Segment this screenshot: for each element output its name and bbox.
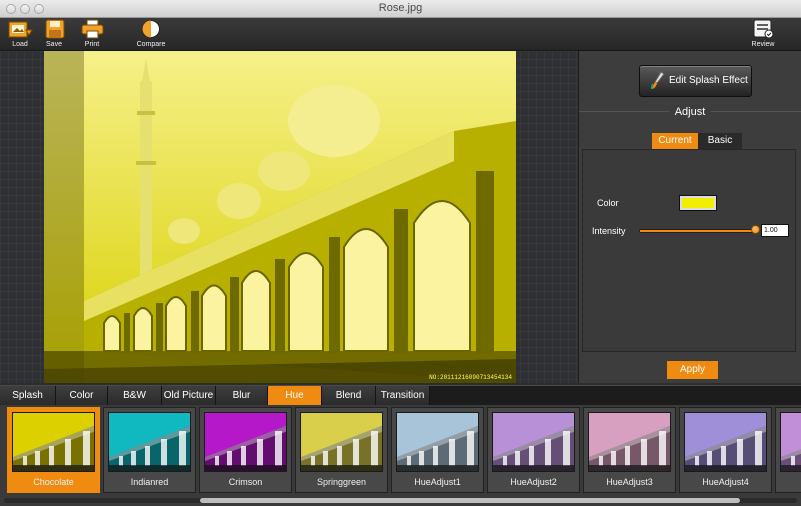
thumbnail-label: Crimson <box>228 477 263 487</box>
save-label: Save <box>46 41 62 48</box>
review-button[interactable]: Review <box>746 19 780 50</box>
tab-blur[interactable]: Blur <box>216 386 268 406</box>
color-swatch-button[interactable] <box>679 195 717 211</box>
tab-current[interactable]: Current <box>652 133 698 149</box>
thumbnail-label: Springgreen <box>316 477 367 487</box>
half-circle-icon <box>142 20 160 38</box>
thumbnail-image <box>396 412 479 472</box>
thumbnail-label: HueAdjust4 <box>702 477 749 487</box>
thumbnail-crimson[interactable]: Crimson <box>199 407 292 493</box>
thumbnail-label: HueAdjust2 <box>510 477 557 487</box>
tab-splash[interactable]: Splash <box>0 386 56 406</box>
paintbrush-icon <box>650 71 665 90</box>
save-button[interactable]: Save <box>37 19 71 50</box>
canvas-area[interactable]: NO:20111216090713454134 <box>0 51 578 383</box>
review-label: Review <box>751 41 775 48</box>
effect-tabs: Splash Color B&W Old Picture Blur Hue Bl… <box>0 385 801 406</box>
edit-splash-effect-button[interactable]: Edit Splash Effect <box>639 65 752 97</box>
thumbnail-image <box>204 412 287 472</box>
tab-color[interactable]: Color <box>56 386 108 406</box>
thumbnail-image <box>684 412 767 472</box>
window-title: Rose.jpg <box>378 2 423 14</box>
apply-button[interactable]: Apply <box>667 361 718 379</box>
photo-stamp: NO:20111216090713454134 <box>429 374 512 381</box>
thumbnail-scrollbar-thumb[interactable] <box>200 498 740 503</box>
thumbnail-partial[interactable] <box>775 407 801 493</box>
load-icon <box>8 21 33 38</box>
intensity-slider-track[interactable] <box>639 229 755 233</box>
review-icon <box>753 19 774 39</box>
edit-splash-effect-label: Edit Splash Effect <box>669 75 748 86</box>
intensity-input[interactable] <box>761 224 789 237</box>
thumbnail-image <box>780 412 801 472</box>
thumbnail-image <box>108 412 191 472</box>
color-swatch-fill <box>682 198 714 208</box>
tab-bw[interactable]: B&W <box>108 386 162 406</box>
thumbnail-hueadjust3[interactable]: HueAdjust3 <box>583 407 676 493</box>
intensity-slider-fill <box>640 230 754 232</box>
thumbnail-springgreen[interactable]: Springgreen <box>295 407 388 493</box>
thumbnail-label: Indianred <box>130 477 169 487</box>
thumbnail-label: HueAdjust1 <box>414 477 461 487</box>
intensity-slider-thumb[interactable] <box>751 225 760 234</box>
effect-thumbnails: Chocolate Indianred Crimson Springgreen HueA… <box>0 405 801 506</box>
toolbar: Load Save Print Compare Review <box>0 18 801 51</box>
thumbnail-hueadjust4[interactable]: HueAdjust4 <box>679 407 772 493</box>
window-titlebar: Rose.jpg <box>0 0 801 18</box>
print-button[interactable]: Print <box>75 19 109 50</box>
load-label: Load <box>12 41 28 48</box>
thumbnail-image <box>492 412 575 472</box>
thumbnail-image <box>12 412 95 472</box>
tab-basic[interactable]: Basic <box>698 133 742 149</box>
tab-transition[interactable]: Transition <box>376 386 430 406</box>
floppy-icon <box>45 19 65 39</box>
tab-blend[interactable]: Blend <box>322 386 376 406</box>
thumbnail-label: HueAdjust3 <box>606 477 653 487</box>
thumbnail-label: Chocolate <box>33 477 74 487</box>
thumbnail-image <box>588 412 671 472</box>
compare-button[interactable]: Compare <box>134 19 168 50</box>
thumbnail-hueadjust1[interactable]: HueAdjust1 <box>391 407 484 493</box>
thumbnail-image <box>300 412 383 472</box>
thumbnail-chocolate[interactable]: Chocolate <box>7 407 100 493</box>
printer-icon <box>81 19 104 39</box>
load-button[interactable]: Load <box>3 19 37 50</box>
adjust-panel: Edit Splash Effect Adjust Current Basic … <box>578 51 801 383</box>
photo-preview[interactable]: NO:20111216090713454134 <box>44 51 516 383</box>
intensity-label: Intensity <box>592 226 626 236</box>
thumbnail-indianred[interactable]: Indianred <box>103 407 196 493</box>
adjust-settings-box <box>582 149 796 352</box>
print-label: Print <box>84 41 100 48</box>
adjust-title: Adjust <box>579 106 801 118</box>
tab-old-picture[interactable]: Old Picture <box>162 386 216 406</box>
mosque-photo <box>44 51 516 383</box>
color-label: Color <box>597 198 619 208</box>
thumbnail-hueadjust2[interactable]: HueAdjust2 <box>487 407 580 493</box>
compare-label: Compare <box>136 41 166 48</box>
tab-hue[interactable]: Hue <box>268 386 322 406</box>
